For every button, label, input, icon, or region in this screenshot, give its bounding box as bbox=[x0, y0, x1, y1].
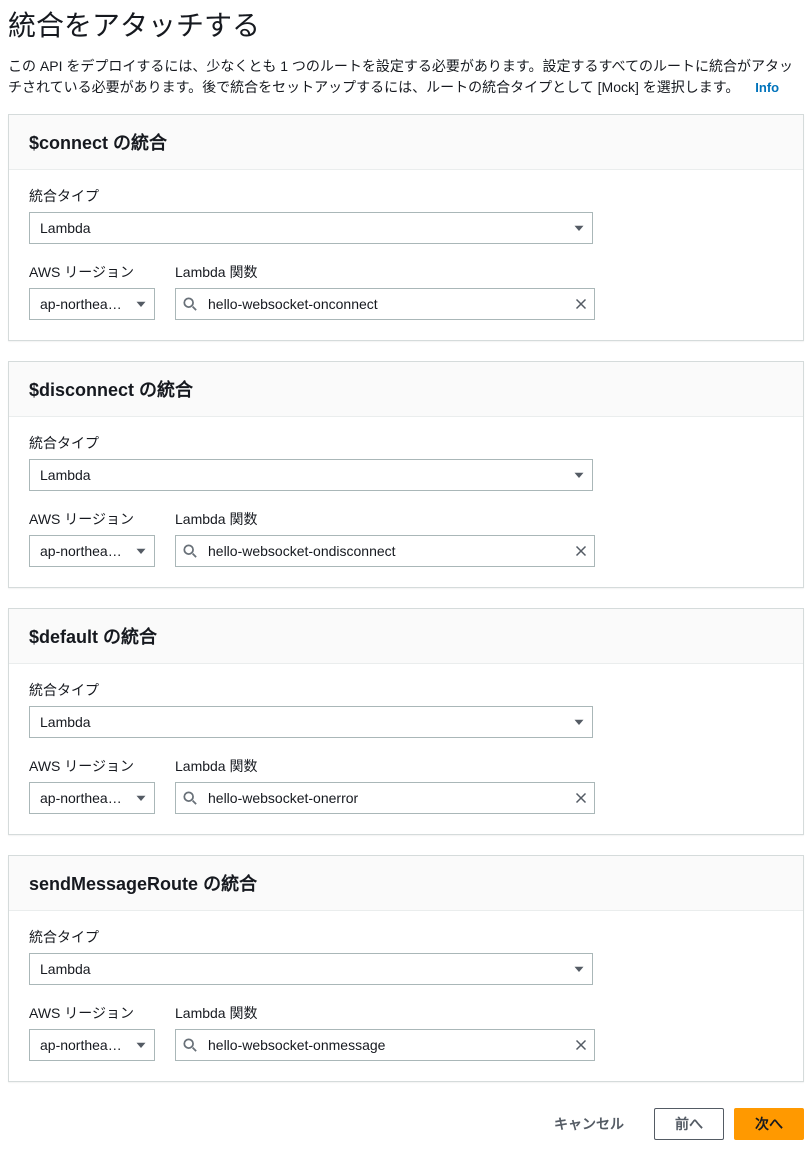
integration-type-label: 統合タイプ bbox=[29, 680, 783, 700]
integration-type-label: 統合タイプ bbox=[29, 927, 783, 947]
page-description: この API をデプロイするには、少なくとも 1 つのルートを設定する必要があり… bbox=[8, 58, 793, 95]
aws-region-select[interactable] bbox=[29, 1029, 155, 1061]
close-icon[interactable] bbox=[575, 298, 587, 310]
panel-title-suffix: の統合 bbox=[198, 874, 257, 894]
lambda-function-label: Lambda 関数 bbox=[175, 1003, 595, 1023]
panel-header: $connect の統合 bbox=[9, 115, 803, 170]
lambda-function-input[interactable] bbox=[175, 1029, 595, 1061]
panel-body: 統合タイプ AWS リージョン L bbox=[9, 170, 803, 340]
integration-type-select[interactable] bbox=[29, 706, 593, 738]
panel-header: $disconnect の統合 bbox=[9, 362, 803, 417]
aws-region-select[interactable] bbox=[29, 288, 155, 320]
cancel-button[interactable]: キャンセル bbox=[534, 1108, 644, 1140]
close-icon[interactable] bbox=[575, 545, 587, 557]
route-name: $default bbox=[29, 627, 98, 647]
lambda-function-input[interactable] bbox=[175, 535, 595, 567]
integration-panel: sendMessageRoute の統合 統合タイプ AWS リージョン bbox=[8, 855, 804, 1082]
lambda-function-label: Lambda 関数 bbox=[175, 262, 595, 282]
integration-type-select[interactable] bbox=[29, 212, 593, 244]
route-name: sendMessageRoute bbox=[29, 874, 198, 894]
integration-panel: $default の統合 統合タイプ AWS リージョン bbox=[8, 608, 804, 835]
aws-region-select[interactable] bbox=[29, 782, 155, 814]
aws-region-label: AWS リージョン bbox=[29, 756, 155, 776]
close-icon[interactable] bbox=[575, 1039, 587, 1051]
panel-header: $default の統合 bbox=[9, 609, 803, 664]
panel-body: 統合タイプ AWS リージョン L bbox=[9, 664, 803, 834]
integration-panel: $connect の統合 統合タイプ AWS リージョン bbox=[8, 114, 804, 341]
integration-panel: $disconnect の統合 統合タイプ AWS リージョン bbox=[8, 361, 804, 588]
route-name: $disconnect bbox=[29, 380, 134, 400]
integration-type-label: 統合タイプ bbox=[29, 433, 783, 453]
lambda-function-input[interactable] bbox=[175, 288, 595, 320]
lambda-function-label: Lambda 関数 bbox=[175, 756, 595, 776]
panel-title-suffix: の統合 bbox=[108, 133, 167, 153]
integration-type-select[interactable] bbox=[29, 953, 593, 985]
panel-title-suffix: の統合 bbox=[134, 380, 193, 400]
integration-type-label: 統合タイプ bbox=[29, 186, 783, 206]
next-button[interactable]: 次へ bbox=[734, 1108, 804, 1140]
aws-region-select[interactable] bbox=[29, 535, 155, 567]
integration-type-select-wrap bbox=[29, 953, 593, 985]
page-description-wrap: この API をデプロイするには、少なくとも 1 つのルートを設定する必要があり… bbox=[8, 56, 804, 98]
panel-body: 統合タイプ AWS リージョン L bbox=[9, 911, 803, 1081]
page-title: 統合をアタッチする bbox=[8, 4, 804, 44]
panel-title-suffix: の統合 bbox=[98, 627, 157, 647]
panel-body: 統合タイプ AWS リージョン L bbox=[9, 417, 803, 587]
aws-region-label: AWS リージョン bbox=[29, 1003, 155, 1023]
lambda-function-label: Lambda 関数 bbox=[175, 509, 595, 529]
aws-region-label: AWS リージョン bbox=[29, 262, 155, 282]
integration-type-select-wrap bbox=[29, 212, 593, 244]
aws-region-label: AWS リージョン bbox=[29, 509, 155, 529]
integration-type-select[interactable] bbox=[29, 459, 593, 491]
lambda-function-input[interactable] bbox=[175, 782, 595, 814]
panel-header: sendMessageRoute の統合 bbox=[9, 856, 803, 911]
integration-type-select-wrap bbox=[29, 706, 593, 738]
integration-type-select-wrap bbox=[29, 459, 593, 491]
footer-actions: キャンセル 前へ 次へ bbox=[8, 1102, 804, 1140]
previous-button[interactable]: 前へ bbox=[654, 1108, 724, 1140]
info-link[interactable]: Info bbox=[755, 80, 779, 95]
route-name: $connect bbox=[29, 133, 108, 153]
close-icon[interactable] bbox=[575, 792, 587, 804]
